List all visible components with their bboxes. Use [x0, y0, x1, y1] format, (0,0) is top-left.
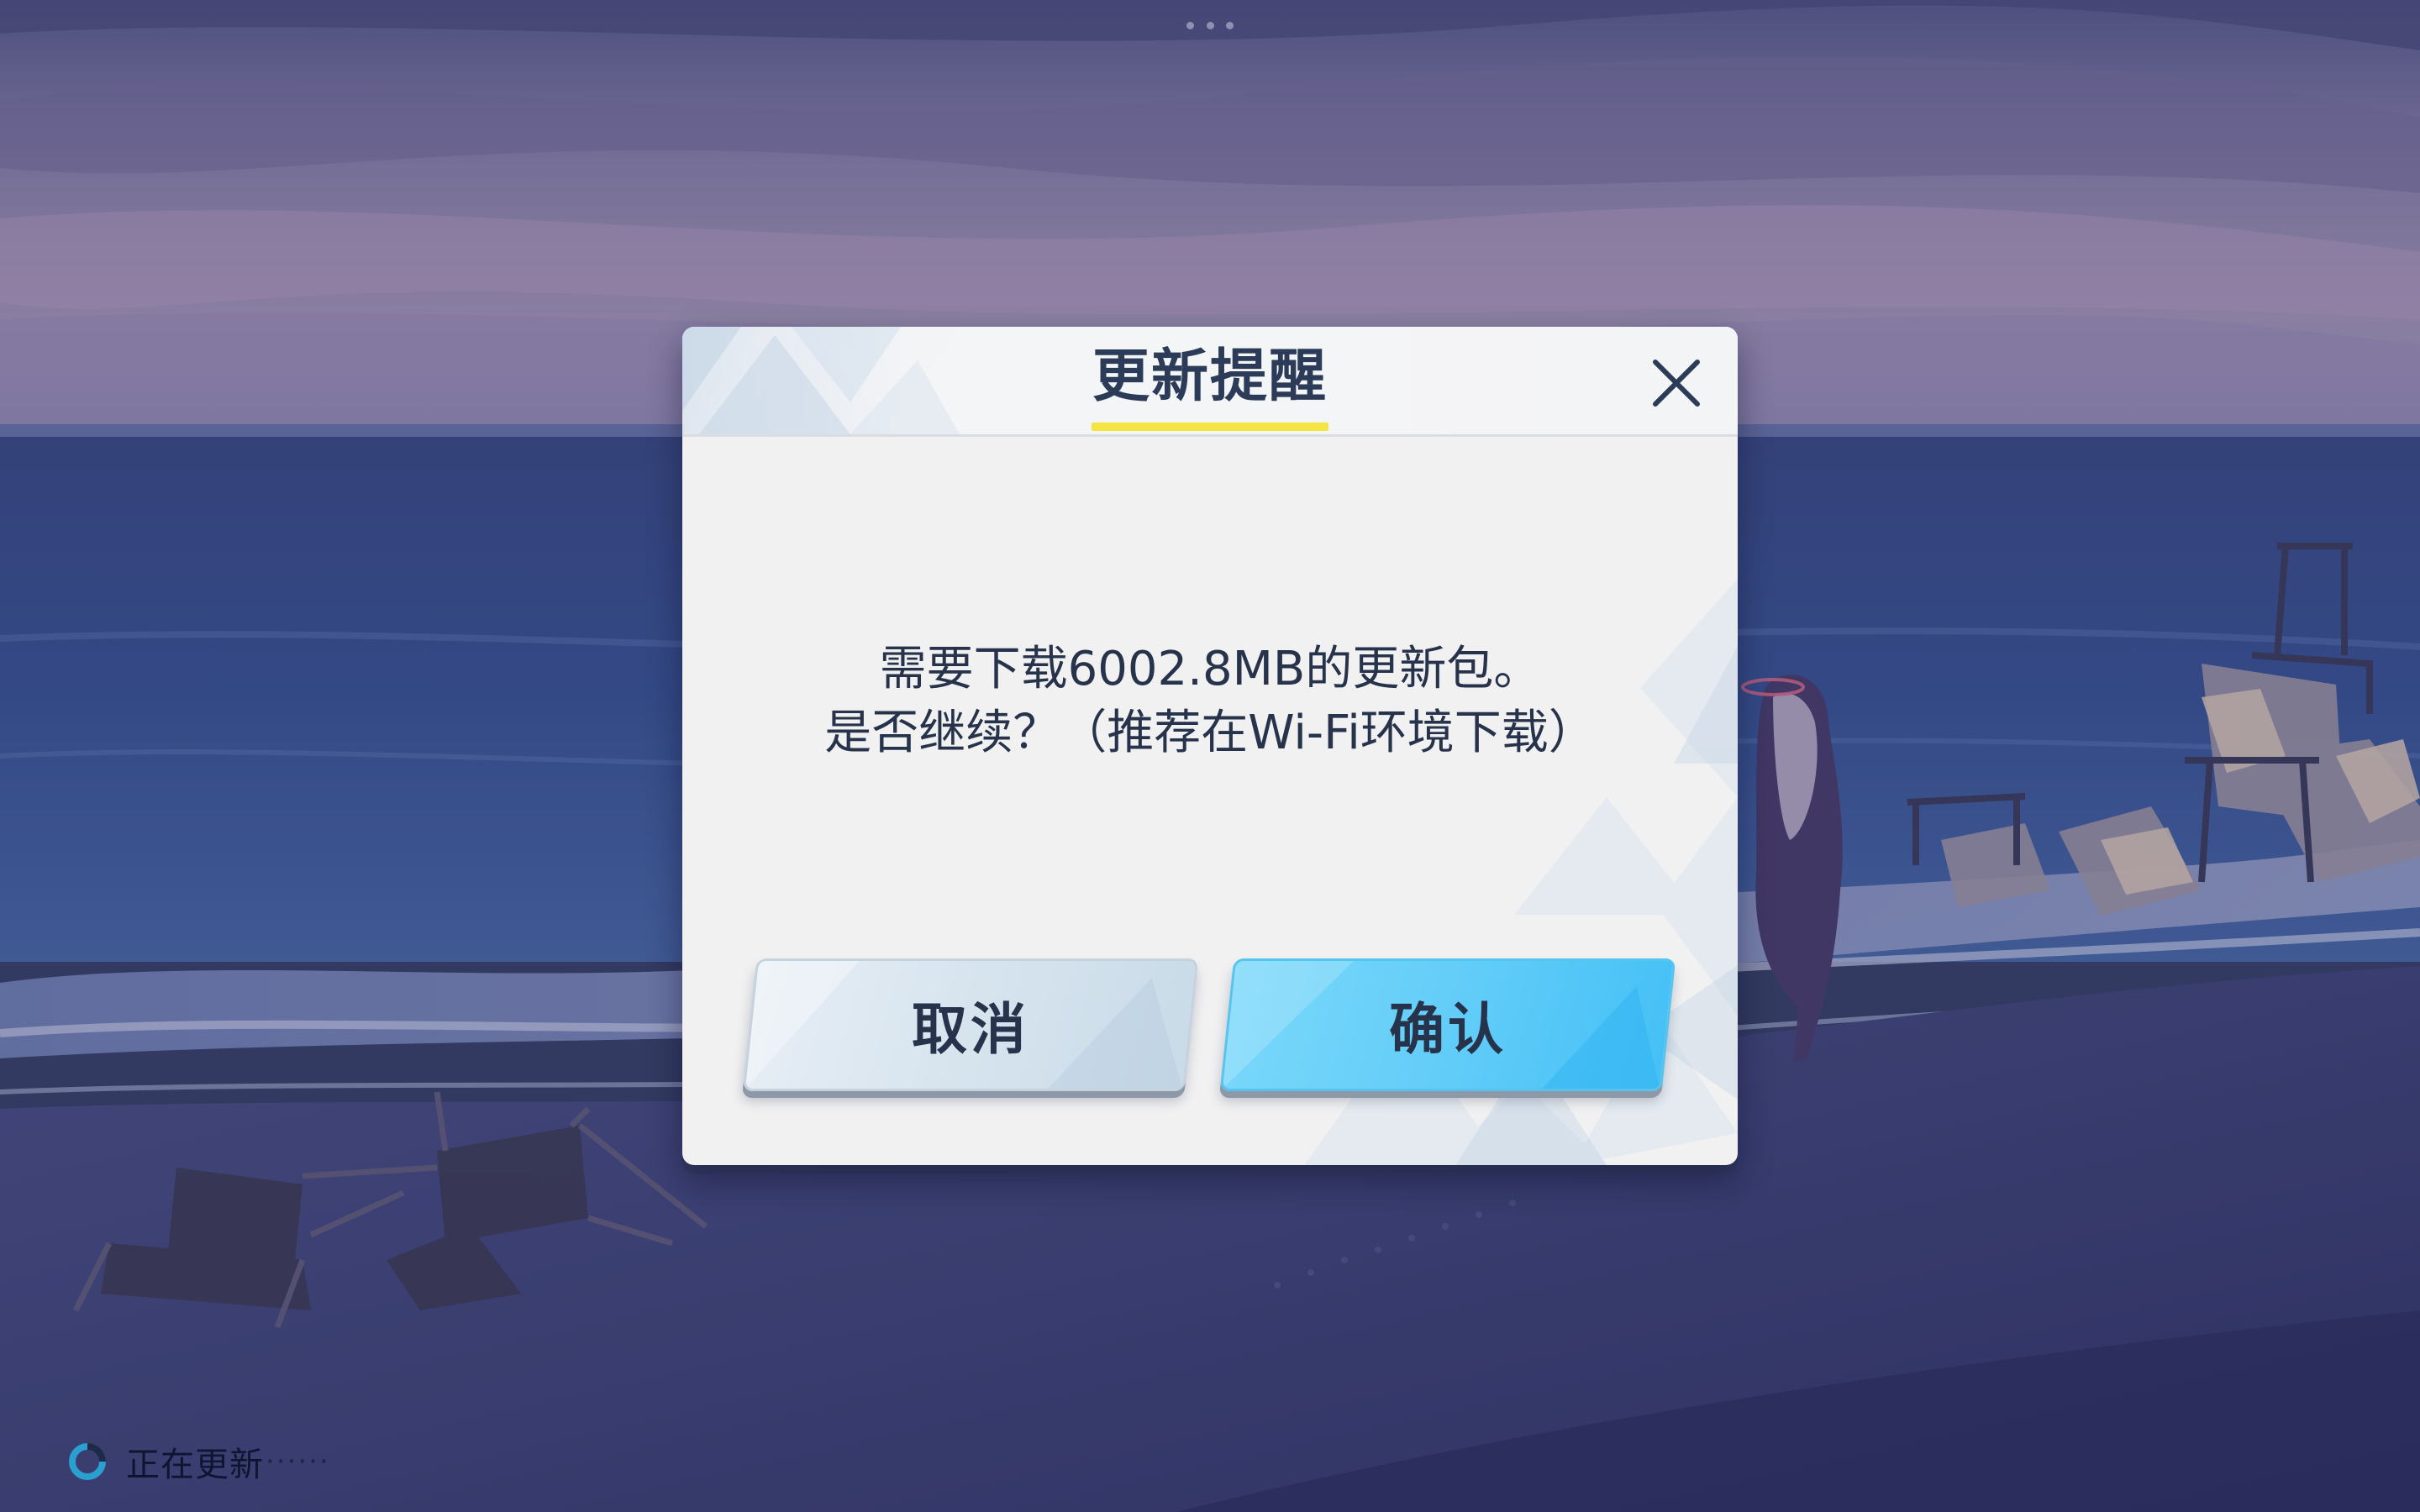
cancel-button-label: 取消 [912, 997, 1029, 1062]
loading-spinner-icon [69, 1443, 106, 1480]
handle-dot [1226, 21, 1234, 29]
handle-dot [1186, 21, 1194, 29]
confirm-button[interactable]: 确认 [1219, 958, 1676, 1091]
confirm-button-label: 确认 [1389, 997, 1507, 1062]
dialog-message: 需要下载6002.8MB的更新包。 是否继续？（推荐在Wi-Fi环境下载） [682, 638, 1738, 765]
top-handle-dots[interactable] [1186, 20, 1234, 30]
status-text: 正在更新 [126, 1446, 264, 1484]
message-line-1: 需要下载6002.8MB的更新包。 [879, 642, 1541, 696]
game-screen: 更新提醒 需要下载6002.8MB的更新包。 是否继续？（推荐在Wi-Fi环境下… [0, 0, 2420, 1512]
handle-dot [1206, 21, 1214, 29]
close-icon [1653, 360, 1700, 407]
message-line-2: 是否继续？（推荐在Wi-Fi环境下载） [824, 706, 1596, 760]
status-dots: ······ [266, 1445, 330, 1478]
close-button[interactable] [1647, 354, 1706, 412]
update-reminder-dialog: 更新提醒 需要下载6002.8MB的更新包。 是否继续？（推荐在Wi-Fi环境下… [682, 327, 1738, 1165]
dialog-title: 更新提醒 [1092, 344, 1328, 410]
cancel-button[interactable]: 取消 [742, 958, 1199, 1091]
title-underline [1092, 423, 1328, 431]
update-status: 正在更新 ······ [67, 1438, 330, 1485]
